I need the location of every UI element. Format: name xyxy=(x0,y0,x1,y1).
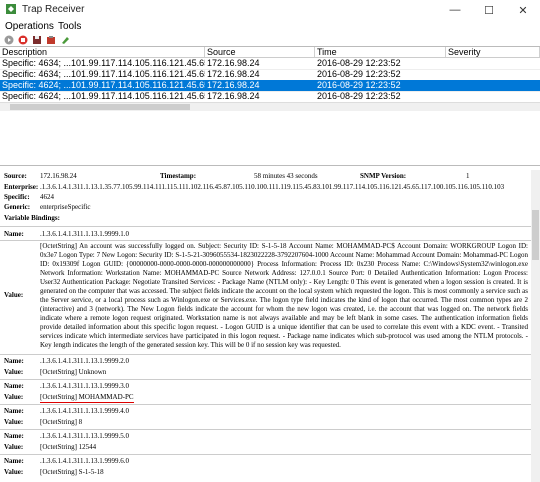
generic-label: Generic: xyxy=(4,203,31,211)
binding-value-label: Value: xyxy=(4,443,24,451)
source-value: 172.16.98.24 xyxy=(40,172,77,180)
cell-time: 2016-08-29 12:23:52 xyxy=(317,58,401,68)
binding-name: .1.3.6.1.4.1.311.1.13.1.9999.3.0 xyxy=(40,382,129,390)
binding-name-label: Name: xyxy=(4,432,24,440)
cell-description: Specific: 4634; ...101.99.117.114.105.11… xyxy=(2,58,205,68)
close-button[interactable]: ✕ xyxy=(506,0,540,20)
cell-time: 2016-08-29 12:23:52 xyxy=(317,91,401,101)
minimize-button[interactable]: — xyxy=(438,0,472,20)
binding-value: [OctetString] MOHAMMAD-PC xyxy=(40,393,134,403)
specific-label: Specific: xyxy=(4,193,30,201)
enterprise-label: Enterprise: xyxy=(4,183,39,191)
column-header-description[interactable]: Description xyxy=(0,47,205,57)
cell-source: 172.16.98.24 xyxy=(207,58,260,68)
splitter[interactable] xyxy=(0,165,540,166)
binding-value: [OctetString] Unknown xyxy=(40,368,107,376)
maximize-button[interactable]: ☐ xyxy=(472,0,506,20)
list-header: Description Source Time Severity xyxy=(0,47,540,58)
cell-description: Specific: 4624; ...101.99.117.114.105.11… xyxy=(2,80,205,90)
divider xyxy=(0,240,531,241)
variable-bindings-heading: Variable Bindings: xyxy=(4,214,60,222)
binding-value: [OctetString] S-1-5-18 xyxy=(40,468,104,476)
binding-value-label: Value: xyxy=(4,468,24,476)
play-icon[interactable] xyxy=(3,35,14,46)
column-header-severity[interactable]: Severity xyxy=(446,47,540,57)
divider xyxy=(0,404,531,405)
scrollbar-thumb[interactable] xyxy=(532,210,539,260)
snmp-version-value: 1 xyxy=(466,172,470,180)
app-icon xyxy=(6,4,16,14)
cell-description: Specific: 4634; ...101.99.117.114.105.11… xyxy=(2,69,205,79)
cell-description: Specific: 4624; ...101.99.117.114.105.11… xyxy=(2,91,205,101)
stop-icon[interactable] xyxy=(17,35,28,46)
divider xyxy=(0,429,531,430)
menu-operations[interactable]: Operations xyxy=(5,21,54,32)
cell-severity xyxy=(446,58,540,69)
cell-time: 2016-08-29 12:23:52 xyxy=(317,80,401,90)
binding-value-label: Value: xyxy=(4,291,24,299)
cell-severity xyxy=(446,80,540,91)
timestamp-value: 58 minutes 43 seconds xyxy=(254,172,318,180)
cell-source: 172.16.98.24 xyxy=(207,91,260,101)
title-bar: Trap Receiver — ☐ ✕ xyxy=(0,0,540,21)
divider xyxy=(0,454,531,455)
divider xyxy=(0,354,531,355)
timestamp-label: Timestamp: xyxy=(160,172,197,180)
cell-time: 2016-08-29 12:23:52 xyxy=(317,69,401,79)
detail-vertical-scrollbar[interactable] xyxy=(531,170,540,482)
scrollbar-thumb[interactable] xyxy=(10,104,190,110)
divider xyxy=(0,379,531,380)
delete-icon[interactable] xyxy=(45,35,56,46)
binding-value: [OctetString] 12544 xyxy=(40,443,97,451)
enterprise-value: .1.3.6.1.4.1.311.1.13.1.35.77.105.99.114… xyxy=(40,183,505,191)
binding-name-label: Name: xyxy=(4,382,24,390)
list-horizontal-scrollbar[interactable] xyxy=(0,102,540,111)
save-icon[interactable] xyxy=(31,35,42,46)
binding-name-label: Name: xyxy=(4,457,24,465)
binding-value-label: Value: xyxy=(4,393,24,401)
generic-value: enterpriseSpecific xyxy=(40,203,91,211)
binding-name: .1.3.6.1.4.1.311.1.13.1.9999.1.0 xyxy=(40,230,129,238)
cell-severity xyxy=(446,91,540,102)
toolbar xyxy=(0,34,540,46)
binding-name-label: Name: xyxy=(4,357,24,365)
binding-name-label: Name: xyxy=(4,407,24,415)
source-label: Source: xyxy=(4,172,27,180)
binding-name: .1.3.6.1.4.1.311.1.13.1.9999.6.0 xyxy=(40,457,129,465)
snmp-version-label: SNMP Version: xyxy=(360,172,407,180)
binding-name: .1.3.6.1.4.1.311.1.13.1.9999.4.0 xyxy=(40,407,129,415)
trap-list[interactable]: Description Source Time Severity Specifi… xyxy=(0,46,540,103)
column-header-time[interactable]: Time xyxy=(315,47,446,57)
binding-name: .1.3.6.1.4.1.311.1.13.1.9999.5.0 xyxy=(40,432,129,440)
clear-icon[interactable] xyxy=(59,35,70,46)
binding-name-label: Name: xyxy=(4,230,24,238)
binding-name: .1.3.6.1.4.1.311.1.13.1.9999.2.0 xyxy=(40,357,129,365)
binding-value-label: Value: xyxy=(4,418,24,426)
cell-source: 172.16.98.24 xyxy=(207,80,260,90)
column-header-source[interactable]: Source xyxy=(205,47,315,57)
menu-tools[interactable]: Tools xyxy=(58,21,81,32)
cell-severity xyxy=(446,69,540,80)
binding-value-label: Value: xyxy=(4,368,24,376)
menu-bar: Operations Tools xyxy=(0,20,540,34)
binding-value: [OctetString] An account was successfull… xyxy=(40,242,528,349)
divider xyxy=(0,226,531,227)
specific-value: 4624 xyxy=(40,193,54,201)
window-title: Trap Receiver xyxy=(22,4,85,15)
cell-source: 172.16.98.24 xyxy=(207,69,260,79)
binding-value: [OctetString] 8 xyxy=(40,418,83,426)
trap-detail-pane: Source: 172.16.98.24 Timestamp: 58 minut… xyxy=(0,170,531,482)
